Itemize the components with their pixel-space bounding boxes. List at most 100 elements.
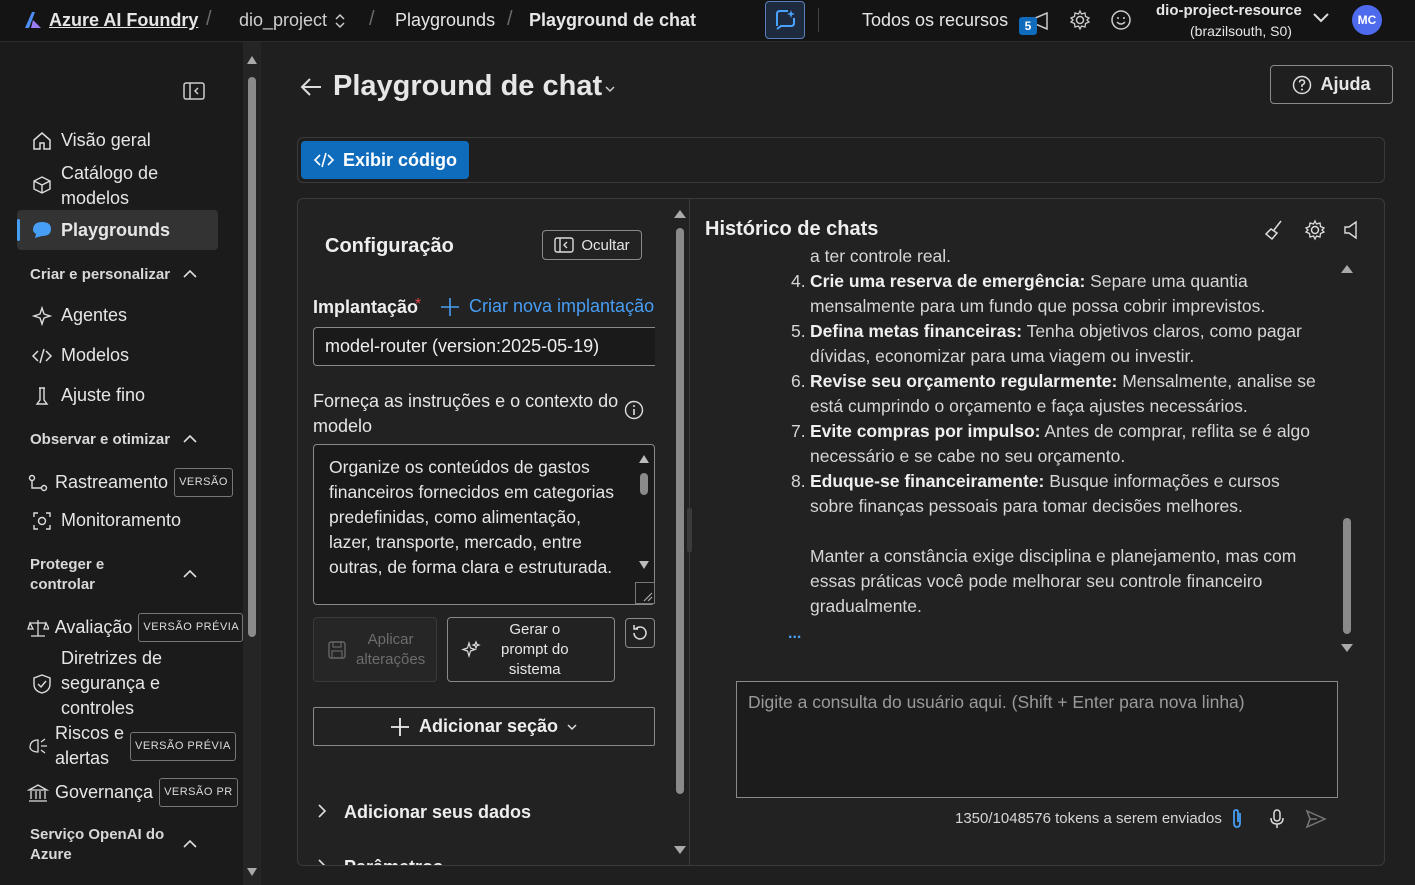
preview-badge: VERSÃO PRÉVIA: [138, 613, 243, 642]
sidebar-item-tracing[interactable]: Rastreamento VERSÃO: [17, 468, 235, 497]
title-chevron-down-icon[interactable]: [604, 84, 616, 94]
copilot-button[interactable]: [765, 1, 805, 39]
microphone-icon[interactable]: [1268, 808, 1286, 830]
collapse-panel-icon[interactable]: [183, 82, 205, 100]
sidebar-item-agents[interactable]: Agentes: [17, 303, 218, 328]
attach-paperclip-icon[interactable]: [1228, 808, 1246, 830]
list-item-continuation: mensalmente para um fundo que possa cobr…: [810, 296, 1266, 316]
avatar[interactable]: MC: [1352, 5, 1382, 35]
scroll-down-arrow-icon[interactable]: [1341, 644, 1353, 652]
sidebar-item-label: alertas: [55, 748, 110, 768]
chevron-up-icon[interactable]: [182, 838, 198, 850]
project-selector[interactable]: dio_project: [239, 10, 327, 31]
home-icon: [29, 131, 55, 151]
view-code-label: Exibir código: [342, 149, 457, 170]
list-item: Defina metas financeiras: Tenha objetivo…: [810, 319, 1302, 344]
hide-button[interactable]: Ocultar: [542, 230, 642, 260]
sidebar-item-governance[interactable]: Governança VERSÃO PR: [17, 778, 243, 807]
breadcrumb-playgrounds[interactable]: Playgrounds: [395, 10, 495, 31]
list-item-heading: Crie uma reserva de emergência:: [810, 271, 1086, 291]
sidebar-item-model-catalog[interactable]: Catálogo de modelos: [17, 161, 218, 211]
sidebar-item-label: Ajuste fino: [61, 385, 146, 405]
preview-badge: VERSÃO PRÉVIA: [130, 731, 236, 761]
breadcrumb-current: Playground de chat: [529, 10, 697, 30]
sidebar-scrollbar[interactable]: [243, 42, 261, 885]
back-arrow-icon[interactable]: [299, 76, 323, 98]
chat-text-line: Manter a constância exige disciplina e p…: [810, 546, 1297, 566]
scroll-up-arrow-icon[interactable]: [247, 56, 257, 64]
section-create: Criar e personalizar: [30, 266, 171, 283]
scroll-up-arrow-icon[interactable]: [639, 455, 649, 463]
add-section-label: Adicionar seção: [418, 716, 559, 736]
chevron-up-icon[interactable]: [182, 433, 198, 445]
help-label: Ajuda: [1320, 74, 1371, 94]
deployment-select[interactable]: model-router (version:2025-05-19): [313, 327, 655, 366]
chevron-right-icon[interactable]: [316, 857, 328, 865]
sidebar-item-overview[interactable]: Visão geral: [17, 128, 218, 153]
chevron-up-icon[interactable]: [182, 268, 198, 280]
settings-gear-icon[interactable]: [1069, 9, 1091, 31]
plus-icon: [390, 717, 410, 737]
info-icon[interactable]: [624, 400, 644, 420]
scroll-down-arrow-icon[interactable]: [639, 561, 649, 569]
sidebar-item-label: controles: [61, 698, 135, 718]
required-marker: *: [415, 296, 422, 313]
list-number: 6.: [791, 371, 806, 391]
speaker-icon[interactable]: [1342, 219, 1360, 241]
list-number: 8.: [791, 471, 806, 491]
prompt-line: Organize os conteúdos de gastos: [329, 457, 590, 477]
settings-gear-icon[interactable]: [1304, 219, 1326, 241]
add-section-button[interactable]: Adicionar seção: [313, 707, 655, 746]
config-title: Configuração: [325, 235, 454, 257]
feedback-smiley-icon[interactable]: [1110, 9, 1132, 31]
add-data-section[interactable]: Adicionar seus dados: [344, 802, 531, 823]
sidebar-item-fine-tuning[interactable]: Ajuste fino: [17, 383, 218, 408]
sidebar-item-safety[interactable]: Diretrizes de segurança e controles: [17, 646, 218, 721]
chevron-down-icon[interactable]: [1312, 11, 1330, 25]
preview-badge: VERSÃO PR: [159, 778, 238, 807]
parameters-section[interactable]: Parâmetros: [344, 857, 443, 865]
apply-changes-button[interactable]: Aplicar alterações: [313, 617, 437, 682]
broom-clear-icon[interactable]: [1263, 219, 1285, 241]
chevron-right-icon[interactable]: [316, 802, 328, 820]
message-more-options[interactable]: ...: [788, 625, 801, 643]
chat-text-line: a ter controle real.: [810, 246, 952, 266]
scroll-down-arrow-icon[interactable]: [674, 846, 686, 854]
pane-resize-handle[interactable]: [687, 508, 692, 552]
user-query-input[interactable]: Digite a consulta do usuário aqui. (Shif…: [736, 681, 1338, 798]
send-icon[interactable]: [1305, 808, 1327, 830]
scrollbar-thumb[interactable]: [640, 473, 648, 495]
chat-text-line: essas práticas você pode melhorar seu co…: [810, 571, 1263, 591]
chevron-up-icon[interactable]: [182, 568, 198, 580]
resize-handle-icon[interactable]: [635, 582, 655, 604]
sidebar-item-label: Rastreamento: [55, 472, 169, 492]
chevron-down-icon: [566, 722, 578, 732]
reset-button[interactable]: [625, 618, 655, 648]
sidebar-item-models[interactable]: Modelos: [17, 343, 218, 368]
chevron-updown-icon[interactable]: [333, 13, 347, 29]
sidebar-item-monitoring[interactable]: Monitoramento: [17, 508, 218, 533]
brand-link[interactable]: Azure AI Foundry: [49, 10, 198, 31]
create-deployment-link[interactable]: Criar nova implantação: [440, 296, 654, 317]
system-prompt-textarea[interactable]: Organize os conteúdos de gastos financei…: [313, 444, 655, 605]
scrollbar-thumb[interactable]: [1343, 518, 1351, 634]
sidebar-item-label: Riscos e: [55, 723, 125, 743]
scroll-up-arrow-icon[interactable]: [1341, 265, 1353, 273]
list-item-continuation: dívidas, economizar para uma viagem ou i…: [810, 346, 1195, 366]
scroll-up-arrow-icon[interactable]: [674, 210, 686, 218]
prompt-line: outras, de forma clara e estruturada.: [329, 557, 613, 577]
help-button[interactable]: Ajuda: [1270, 65, 1393, 104]
notifications-button[interactable]: 5: [1019, 9, 1053, 35]
section-openai-line2: Azure: [30, 846, 72, 863]
list-item-text: Separe uma quantia: [1085, 271, 1248, 291]
sidebar-item-playgrounds[interactable]: Playgrounds: [17, 210, 218, 250]
sidebar-item-evaluation[interactable]: Avaliação VERSÃO PRÉVIA: [17, 613, 243, 642]
sidebar-item-risks[interactable]: Riscos e alertas VERSÃO PRÉVIA: [17, 721, 243, 771]
view-code-button[interactable]: Exibir código: [301, 141, 469, 179]
scroll-down-arrow-icon[interactable]: [247, 868, 257, 876]
scrollbar-thumb[interactable]: [676, 228, 684, 794]
all-resources-link[interactable]: Todos os recursos: [862, 10, 1008, 31]
scrollbar-thumb[interactable]: [248, 77, 256, 637]
resource-name[interactable]: dio-project-resource: [1156, 2, 1302, 19]
generate-system-prompt-button[interactable]: Gerar o prompt do sistema: [447, 617, 615, 682]
